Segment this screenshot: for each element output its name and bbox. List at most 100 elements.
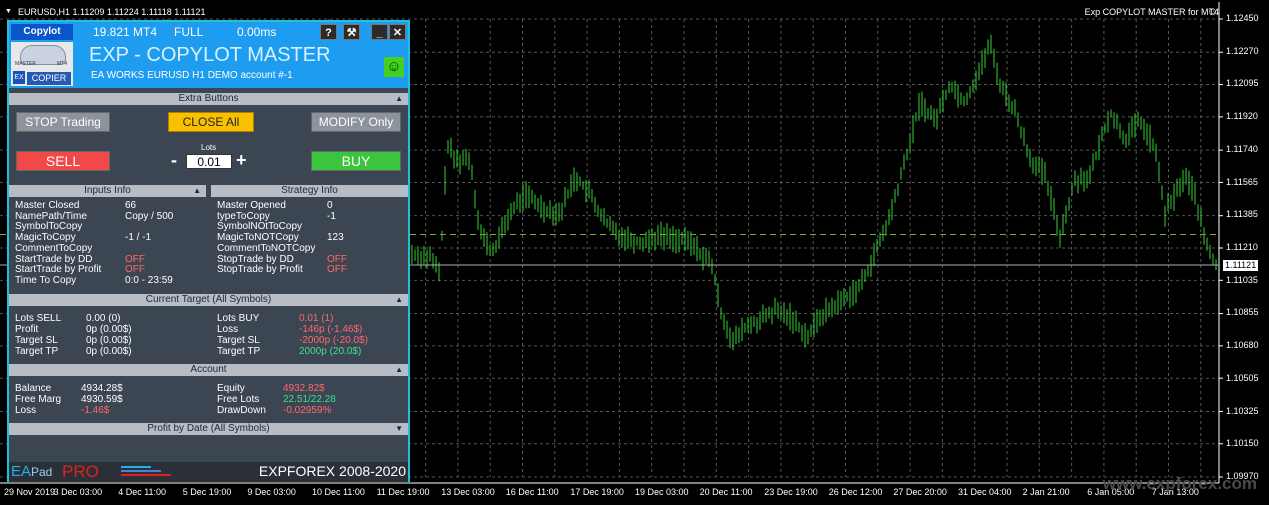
info-value: 0 [327,200,333,211]
inputs-info-bar[interactable]: Inputs Info ▲ [9,185,206,197]
info-label: Target TP [15,346,59,357]
price-axis-label: 1.12450 [1226,13,1259,23]
panel-title: EXP - COPYLOT MASTER [89,44,331,66]
close-button[interactable]: ✕ [389,24,406,40]
account-bar[interactable]: Account ▲ [9,364,408,376]
price-axis-label: 1.10680 [1226,340,1259,351]
price-axis-label: 1.11035 [1226,274,1258,285]
logo-master-text: MASTER [15,61,36,67]
info-label: StartTrade by Profit [15,264,102,276]
info-value: -1.46$ [81,405,110,416]
date-axis-label: 31 Dec 04:00 [958,487,1012,497]
price-axis-label: 1.12095 [1226,78,1259,89]
info-value: 4934.28$ [81,383,123,394]
info-label: SymbolNOtToCopy [217,221,303,233]
info-label: MagicToNOTCopy [217,232,299,244]
strategy-info-title: Strategy Info [281,185,338,196]
logo-ex-badge: EX [13,71,25,84]
footer-decor-line [121,474,171,476]
lots-input[interactable]: 0.01 [186,154,232,169]
footer-copyright: EXPFOREX 2008-2020 [258,463,406,479]
extra-buttons-bar[interactable]: Extra Buttons ▲ [9,93,408,105]
collapse-arrow-icon[interactable]: ▲ [395,364,403,376]
collapse-arrow-icon[interactable]: ▲ [395,294,403,306]
watermark: www.expforex.com [1102,474,1257,493]
info-label: Balance [15,383,52,394]
info-label: StartTrade by DD [15,253,93,265]
date-axis-label: 4 Dec 11:00 [118,487,167,497]
price-axis-label: 1.11385 [1226,209,1258,220]
modify-only-button[interactable]: MODIFY Only [311,112,401,132]
info-value: OFF [125,253,145,265]
price-axis-label: 1.11565 [1226,176,1258,187]
info-label: MagicToCopy [15,232,76,244]
date-axis-label: 2 Jan 21:00 [1022,487,1070,497]
collapse-arrow-icon[interactable]: ▲ [193,185,201,197]
info-label: Time To Copy [15,274,77,286]
info-value: 66 [125,200,137,211]
lots-plus-button[interactable]: + [236,150,247,171]
close-all-button[interactable]: CLOSE All [168,112,254,132]
status-smiley-icon: ☺ [384,57,404,77]
info-value: -2000p (-20.0$) [299,335,368,346]
symbol-info: EURUSD,H1 1.11209 1.11224 1.11118 1.1112… [18,7,206,17]
price-axis-label: 1.11740 [1226,143,1258,154]
info-value: 0.00 (0) [86,313,121,324]
logo-mt4-text: MT4 [57,61,67,67]
account-title: Account [190,364,227,375]
info-value: 123 [327,232,344,244]
info-value: 0p (0.00$) [86,346,132,357]
info-label: Lots SELL [15,313,62,324]
date-axis-label: 11 Dec 19:00 [376,487,430,497]
info-label: CommentToCopy [15,242,93,254]
price-axis-label: 1.10150 [1226,438,1259,449]
strategy-info-bar[interactable]: Strategy Info [211,185,408,197]
latency-label: 0.00ms [237,25,277,39]
info-label: Free Marg [15,394,62,405]
expand-arrow-icon[interactable]: ▼ [395,423,403,435]
date-axis-label: 29 Nov 2019 [4,487,56,497]
price-axis-label: 1.11210 [1226,242,1258,252]
info-label: Profit [15,324,39,335]
info-value: 4932.82$ [283,383,325,394]
price-axis-label: 1.10505 [1226,372,1259,383]
info-label: NamePath/Time [15,210,87,222]
copylot-panel: Copylot 19.821 MT4 FULL 0.00ms ? ⚒ _ ✕ M… [7,20,410,482]
date-axis-label: 16 Dec 11:00 [505,487,559,497]
info-label: Master Opened [217,200,286,211]
price-axis-label: 1.10855 [1226,307,1259,318]
footer-pad-logo: Pad [31,465,53,479]
current-price-tag: 1.11121 [1223,260,1259,271]
panel-subtitle: EA WORKS EURUSD H1 DEMO account #-1 [91,70,293,81]
logo-copier-text: COPIER [27,72,71,85]
profit-by-date-title: Profit by Date (All Symbols) [147,423,270,434]
sell-button[interactable]: SELL [16,151,110,171]
info-label: Master Closed [15,200,80,211]
panel-body: Extra Buttons ▲ STOP Trading CLOSE All M… [9,88,408,462]
ea-label: Exp COPYLOT MASTER for MT4 [1084,7,1219,17]
lots-minus-button[interactable]: - [171,150,177,171]
chart-menu-icon[interactable]: ▼ [5,8,12,15]
collapse-arrow-icon[interactable]: ▲ [395,93,403,105]
inputs-info-title: Inputs Info [84,185,131,196]
buy-button[interactable]: BUY [311,151,401,171]
date-axis-label: 17 Dec 19:00 [570,487,624,497]
tools-icon[interactable]: ⚒ [343,24,360,40]
tab-copylot[interactable]: Copylot [11,24,73,40]
info-label: Target SL [15,335,58,346]
help-button[interactable]: ? [320,24,337,40]
stop-trading-button[interactable]: STOP Trading [16,112,110,132]
minimize-button[interactable]: _ [371,24,388,40]
current-target-bar[interactable]: Current Target (All Symbols) ▲ [9,294,408,306]
price-axis-label: 1.12270 [1226,45,1259,56]
info-label: Lots BUY [217,313,260,324]
footer-ea-logo: EA [11,463,32,480]
profit-by-date-bar[interactable]: Profit by Date (All Symbols) ▼ [9,423,408,435]
footer-pro-logo: PRO [62,462,99,481]
extra-buttons-title: Extra Buttons [178,93,239,104]
version-label: 19.821 MT4 [93,25,158,39]
mode-label: FULL [174,25,204,39]
date-axis-label: 27 Dec 20:00 [893,487,947,497]
info-value: -0.02959% [283,405,332,416]
panel-header: Copylot 19.821 MT4 FULL 0.00ms ? ⚒ _ ✕ M… [9,22,408,88]
